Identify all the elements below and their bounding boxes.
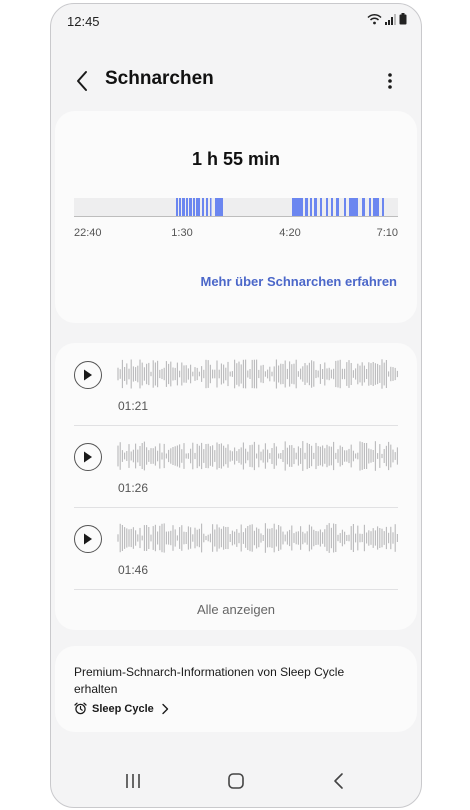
- learn-more-link[interactable]: Mehr über Schnarchen erfahren: [201, 274, 398, 289]
- show-all-button[interactable]: Alle anzeigen: [55, 602, 417, 617]
- chevron-right-icon: [162, 703, 168, 714]
- status-icons: [367, 13, 407, 25]
- timeline-snore-segment: [320, 198, 322, 216]
- play-icon: [84, 451, 92, 463]
- timeline-snore-segment: [336, 198, 339, 216]
- wifi-icon: [367, 13, 382, 25]
- timeline-tick-label: 4:20: [279, 227, 300, 239]
- timeline-snore-segment: [305, 198, 308, 216]
- timeline-snore-segment: [373, 198, 379, 216]
- premium-text: Premium-Schnarch-Informationen von Sleep…: [74, 665, 345, 696]
- play-button[interactable]: [74, 443, 102, 471]
- timeline-snore-segment: [182, 198, 185, 216]
- play-button[interactable]: [74, 525, 102, 553]
- snoring-summary-card: 1 h 55 min 22:40 1:30 4:20 7:10 Mehr übe…: [55, 111, 417, 323]
- chevron-left-icon: [77, 71, 87, 91]
- recent-apps-icon: [126, 774, 140, 788]
- timeline-tick-label: 1:30: [171, 227, 192, 239]
- timeline-snore-segment: [210, 198, 212, 216]
- battery-icon: [399, 13, 407, 25]
- timeline-snore-segment: [193, 198, 195, 216]
- recordings-card: 01:21 01:26 01:46 Alle anzeigen: [55, 343, 417, 630]
- waveform: [117, 523, 398, 553]
- alarm-clock-icon: [74, 702, 87, 715]
- timeline-snore-segment: [344, 198, 346, 216]
- timeline-snore-segment: [215, 198, 223, 216]
- home-icon: [228, 773, 244, 789]
- timeline-snore-segment: [176, 198, 178, 216]
- timeline-snore-segment: [331, 198, 333, 216]
- recording-duration: 01:26: [118, 481, 149, 495]
- waveform: [117, 441, 398, 471]
- home-button[interactable]: [224, 769, 248, 793]
- snoring-duration: 1 h 55 min: [191, 149, 281, 169]
- timeline-snore-segment: [189, 198, 192, 216]
- app-header: Schnarchen: [51, 60, 421, 102]
- timeline-snore-segment: [186, 198, 188, 216]
- premium-card[interactable]: Premium-Schnarch-Informationen von Sleep…: [55, 646, 417, 732]
- timeline-snore-segment: [349, 198, 358, 216]
- signal-icon: [385, 13, 396, 25]
- page-title: Schnarchen: [105, 68, 214, 89]
- timeline-snore-segment: [196, 198, 200, 216]
- timeline-tick-label: 7:10: [377, 227, 398, 239]
- play-icon: [84, 369, 92, 381]
- timeline-snore-segment: [369, 198, 371, 216]
- sleep-cycle-label: Sleep Cycle: [92, 702, 154, 715]
- snoring-timeline: 22:40 1:30 4:20 7:10: [74, 198, 398, 239]
- timeline-snore-segment: [382, 198, 384, 216]
- recording-item: 01:26: [55, 425, 417, 507]
- timeline-snore-segment: [362, 198, 365, 216]
- timeline-snore-segment: [292, 198, 303, 216]
- waveform: [117, 359, 398, 389]
- recording-item: 01:46: [55, 507, 417, 589]
- recording-duration: 01:21: [118, 399, 149, 413]
- timeline-tick-label: 22:40: [74, 227, 102, 239]
- divider: [74, 589, 398, 590]
- more-vertical-icon: [388, 73, 392, 89]
- timeline-snore-segment: [314, 198, 317, 216]
- timeline-snore-segment: [310, 198, 312, 216]
- navigation-bar: [51, 755, 421, 807]
- timeline-snore-segment: [206, 198, 208, 216]
- recent-apps-button[interactable]: [121, 769, 145, 793]
- status-time: 12:45: [67, 14, 100, 29]
- timeline-snore-segment: [202, 198, 204, 216]
- status-bar: 12:45: [51, 4, 421, 38]
- phone-screen: 12:45 Schnarchen 1 h 55 min 22:40 1:30 4…: [50, 3, 422, 808]
- timeline-snore-segment: [179, 198, 181, 216]
- sleep-cycle-link[interactable]: Sleep Cycle: [74, 702, 171, 715]
- play-button[interactable]: [74, 361, 102, 389]
- recording-item: 01:21: [55, 343, 417, 425]
- nav-back-button[interactable]: [327, 769, 351, 793]
- back-icon: [334, 773, 343, 789]
- recording-duration: 01:46: [118, 563, 149, 577]
- timeline-snore-segment: [326, 198, 328, 216]
- back-button[interactable]: [69, 67, 97, 95]
- more-options-button[interactable]: [379, 67, 401, 95]
- play-icon: [84, 533, 92, 545]
